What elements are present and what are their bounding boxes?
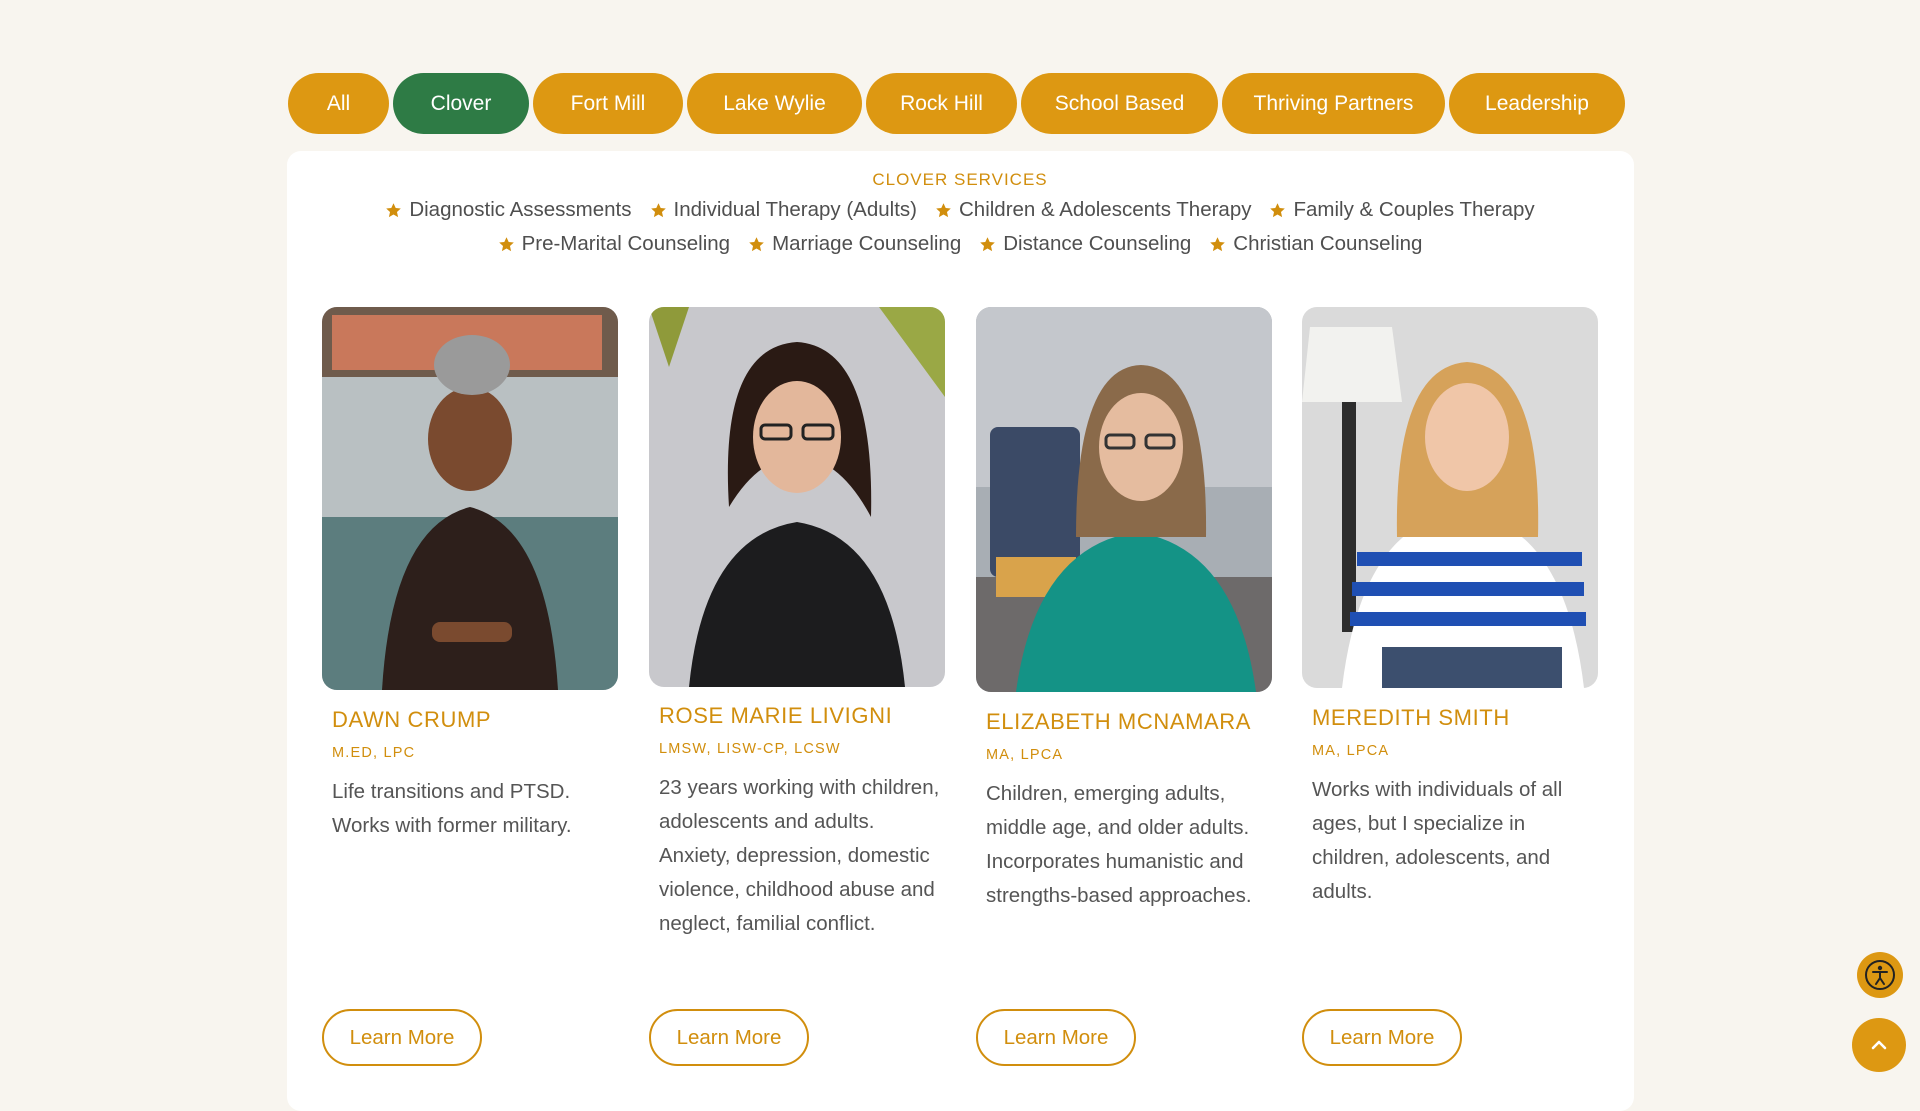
service-item: Children & Adolescents Therapy (935, 198, 1252, 222)
learn-more-button[interactable]: Learn More (1302, 1009, 1462, 1066)
services-title: CLOVER SERVICES (872, 170, 1048, 189)
service-item: Individual Therapy (Adults) (650, 198, 917, 222)
tab-school-based[interactable]: School Based (1021, 73, 1218, 134)
team-member-bio: 23 years working with children, adolesce… (659, 776, 940, 935)
team-member-name: DAWN CRUMP (332, 707, 492, 732)
tab-thriving-partners[interactable]: Thriving Partners (1222, 73, 1445, 134)
star-icon (386, 202, 402, 217)
learn-more-button[interactable]: Learn More (322, 1009, 482, 1066)
team-member-name: ELIZABETH MCNAMARA (986, 709, 1252, 734)
service-item: Christian Counseling (1209, 232, 1422, 256)
star-icon (1210, 236, 1226, 251)
service-item: Pre-Marital Counseling (498, 232, 731, 256)
star-icon (498, 236, 514, 251)
service-item: Family & Couples Therapy (1269, 198, 1535, 222)
team-member-bio: Life transitions and PTSD. Works with fo… (332, 780, 572, 837)
service-item: Diagnostic Assessments (385, 198, 632, 222)
team-member-credentials: MA, LPCA (1312, 743, 1390, 759)
profile-photo[interactable] (322, 307, 618, 690)
star-icon (650, 202, 666, 217)
tab-rock-hill[interactable]: Rock Hill (866, 73, 1017, 134)
team-member-credentials: MA, LPCA (986, 747, 1064, 763)
profile-photo[interactable] (649, 307, 945, 687)
service-label: Children & Adolescents Therapy (958, 198, 1252, 221)
learn-more-button[interactable]: Learn More (649, 1009, 809, 1066)
star-icon (936, 202, 951, 217)
team-member-name: MEREDITH SMITH (1312, 705, 1510, 730)
service-label: Diagnostic Assessments (409, 198, 632, 221)
team-member-bio: Works with individuals of all ages, but … (1312, 778, 1563, 903)
service-label: Distance Counseling (1003, 232, 1192, 255)
star-icon (749, 236, 764, 251)
service-label: Individual Therapy (Adults) (673, 198, 917, 221)
star-icon (1270, 202, 1286, 217)
tab-all[interactable]: All (288, 73, 389, 134)
accessibility-icon (1865, 960, 1895, 990)
tab-lake-wylie[interactable]: Lake Wylie (687, 73, 862, 134)
back-to-top-button[interactable] (1852, 1018, 1906, 1072)
profile-photo[interactable] (1302, 307, 1598, 688)
chevron-up-icon (1871, 1040, 1887, 1050)
learn-more-button[interactable]: Learn More (976, 1009, 1136, 1066)
tab-clover[interactable]: Clover (393, 73, 529, 134)
service-label: Marriage Counseling (772, 232, 962, 255)
service-item: Distance Counseling (979, 232, 1191, 256)
service-label: Christian Counseling (1233, 232, 1423, 255)
service-label: Pre-Marital Counseling (521, 232, 731, 255)
services-row-1: Diagnostic Assessments Individual Therap… (0, 198, 1920, 222)
service-label: Family & Couples Therapy (1293, 198, 1535, 221)
star-icon (980, 236, 996, 251)
team-member-bio: Children, emerging adults, middle age, a… (986, 782, 1252, 907)
location-filter-tabs: All Clover Fort Mill Lake Wylie Rock Hil… (288, 73, 1625, 134)
accessibility-button[interactable] (1857, 952, 1903, 998)
profile-photo[interactable] (976, 307, 1272, 692)
tab-leadership[interactable]: Leadership (1449, 73, 1625, 134)
tab-fort-mill[interactable]: Fort Mill (533, 73, 683, 134)
team-member-credentials: M.ED, LPC (332, 745, 416, 761)
services-row-2: Pre-Marital Counseling Marriage Counseli… (0, 232, 1920, 256)
team-member-credentials: LMSW, LISW-CP, LCSW (659, 741, 841, 757)
service-item: Marriage Counseling (748, 232, 961, 256)
team-member-name: ROSE MARIE LIVIGNI (659, 703, 893, 728)
